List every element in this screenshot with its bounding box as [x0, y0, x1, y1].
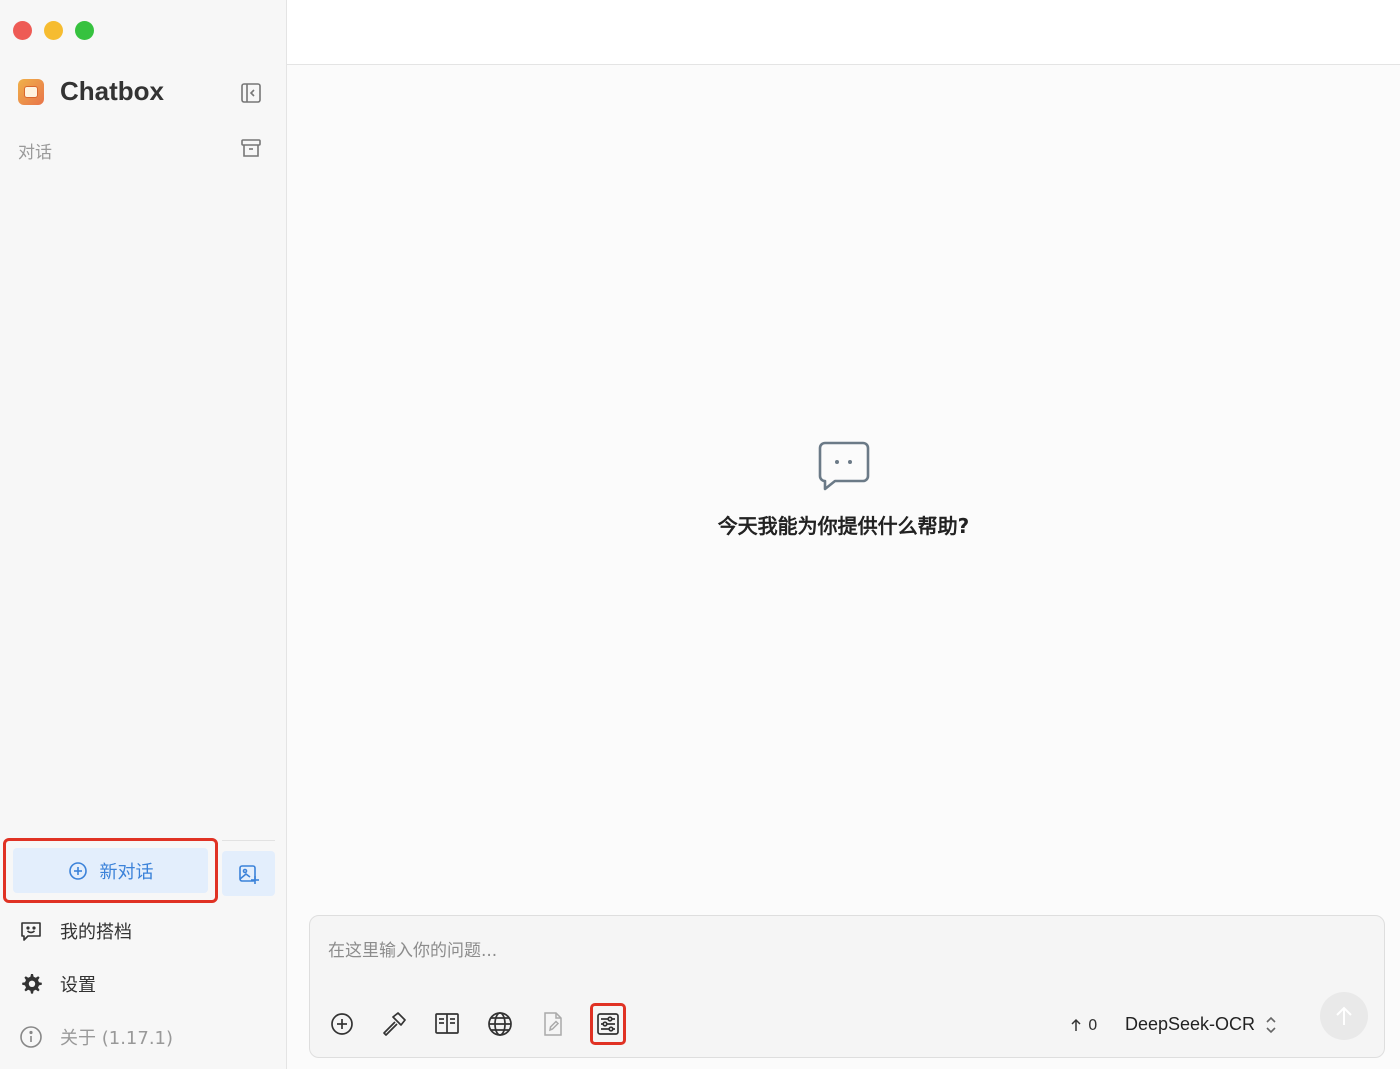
model-name: DeepSeek-OCR — [1125, 1014, 1256, 1034]
top-bar — [287, 0, 1400, 65]
nav-settings-label: 设置 — [60, 975, 96, 996]
window-controls — [13, 21, 94, 40]
token-count: 0 — [1070, 1016, 1098, 1034]
archive-button[interactable] — [238, 135, 264, 161]
nav-my-partners-label: 我的搭档 — [60, 922, 132, 943]
welcome-message: 今天我能为你提供什么帮助? — [717, 514, 970, 538]
hammer-icon — [383, 1012, 406, 1036]
message-input[interactable] — [328, 936, 1358, 976]
chat-settings-button[interactable] — [590, 1003, 626, 1045]
chevron-up-down-icon — [1266, 1016, 1276, 1033]
image-plus-icon — [238, 864, 259, 884]
chat-bubble-icon — [818, 441, 869, 491]
conversations-section-label: 对话 — [18, 143, 52, 163]
divider — [222, 840, 275, 841]
app-window: Chatbox 对话 新对话 我的搭档 设置 关于 (1.17.1) 今天我能为… — [0, 0, 1400, 1069]
welcome-area: 今天我能为你提供什么帮助? — [287, 440, 1400, 539]
nav-about[interactable]: 关于 (1.17.1) — [18, 1024, 173, 1050]
main-panel: 今天我能为你提供什么帮助? 在这里输入你的问题... 0 DeepSeek-OC… — [287, 0, 1400, 1069]
tools-button[interactable] — [380, 1010, 408, 1038]
nav-my-partners[interactable]: 我的搭档 — [18, 918, 132, 944]
brand: Chatbox — [18, 76, 164, 107]
book-icon — [435, 1013, 459, 1034]
sidebar: Chatbox 对话 新对话 我的搭档 设置 关于 (1.17.1) — [0, 0, 287, 1069]
token-count-value: 0 — [1088, 1016, 1098, 1034]
new-chat-label: 新对话 — [99, 861, 154, 883]
new-image-chat-button[interactable] — [222, 851, 275, 896]
arrow-up-icon — [1071, 1018, 1081, 1031]
nav-settings[interactable]: 设置 — [18, 971, 96, 997]
chatbox-logo-icon — [18, 78, 44, 105]
globe-icon — [488, 1012, 512, 1036]
sidebar-collapse-icon — [241, 83, 261, 103]
file-button[interactable] — [539, 1010, 567, 1038]
minimize-window-button[interactable] — [44, 21, 63, 40]
info-icon — [20, 1026, 42, 1048]
new-chat-button[interactable]: 新对话 — [13, 848, 208, 893]
plus-circle-icon — [68, 861, 87, 880]
composer: 0 DeepSeek-OCR — [309, 915, 1385, 1058]
maximize-window-button[interactable] — [75, 21, 94, 40]
brand-name: Chatbox — [60, 76, 164, 106]
attach-button[interactable] — [328, 1010, 356, 1038]
plus-circle-icon — [331, 1013, 353, 1035]
gear-icon — [22, 974, 42, 994]
nav-about-label: 关于 (1.17.1) — [60, 1028, 174, 1049]
sliders-icon — [597, 1013, 619, 1035]
close-window-button[interactable] — [13, 21, 32, 40]
web-search-button[interactable] — [486, 1010, 514, 1038]
archive-icon — [241, 139, 261, 157]
chat-smile-icon — [21, 922, 41, 941]
file-edit-icon — [544, 1012, 562, 1036]
send-button[interactable] — [1320, 992, 1368, 1040]
knowledge-base-button[interactable] — [433, 1010, 461, 1038]
collapse-sidebar-button[interactable] — [238, 80, 264, 106]
arrow-up-icon — [1336, 1006, 1352, 1025]
model-selector[interactable]: DeepSeek-OCR — [1125, 1014, 1277, 1035]
new-chat-highlight: 新对话 — [3, 838, 218, 903]
